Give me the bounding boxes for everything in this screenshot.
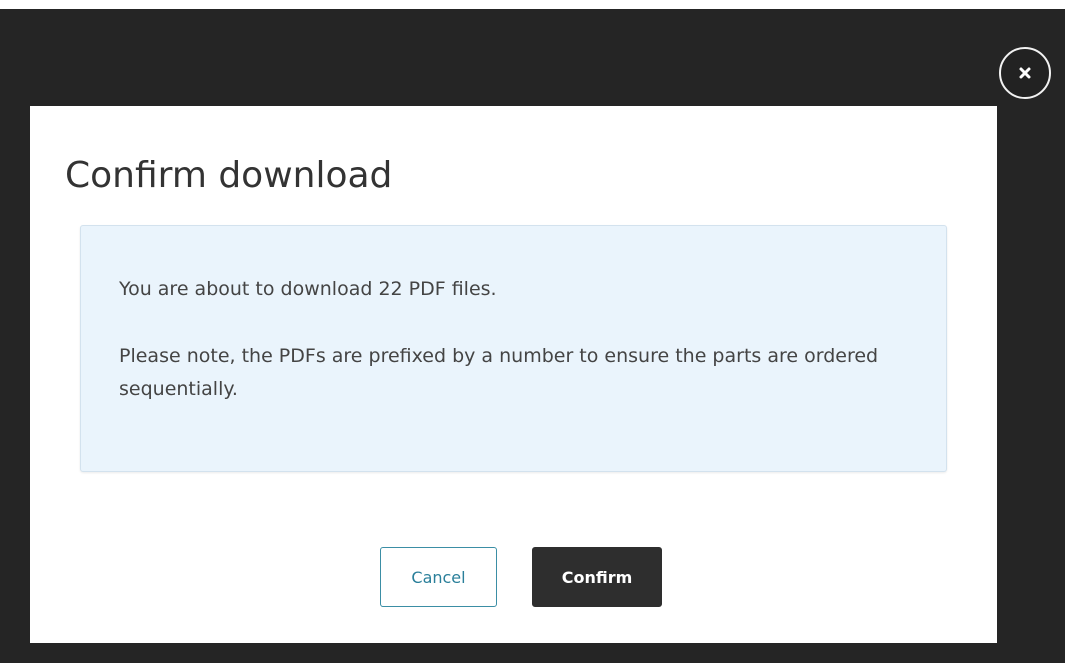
confirm-download-dialog: Confirm download You are about to downlo… [30, 106, 997, 643]
page-edge [0, 0, 1065, 9]
info-message-box: You are about to download 22 PDF files. … [80, 225, 947, 472]
prefix-note-message: Please note, the PDFs are prefixed by a … [119, 345, 879, 400]
confirm-button[interactable]: Confirm [532, 547, 662, 607]
dialog-title: Confirm download [65, 155, 393, 196]
close-icon [1019, 67, 1031, 79]
download-count-message: You are about to download 22 PDF files. [119, 278, 497, 300]
cancel-button[interactable]: Cancel [380, 547, 497, 607]
close-button[interactable] [999, 47, 1051, 99]
